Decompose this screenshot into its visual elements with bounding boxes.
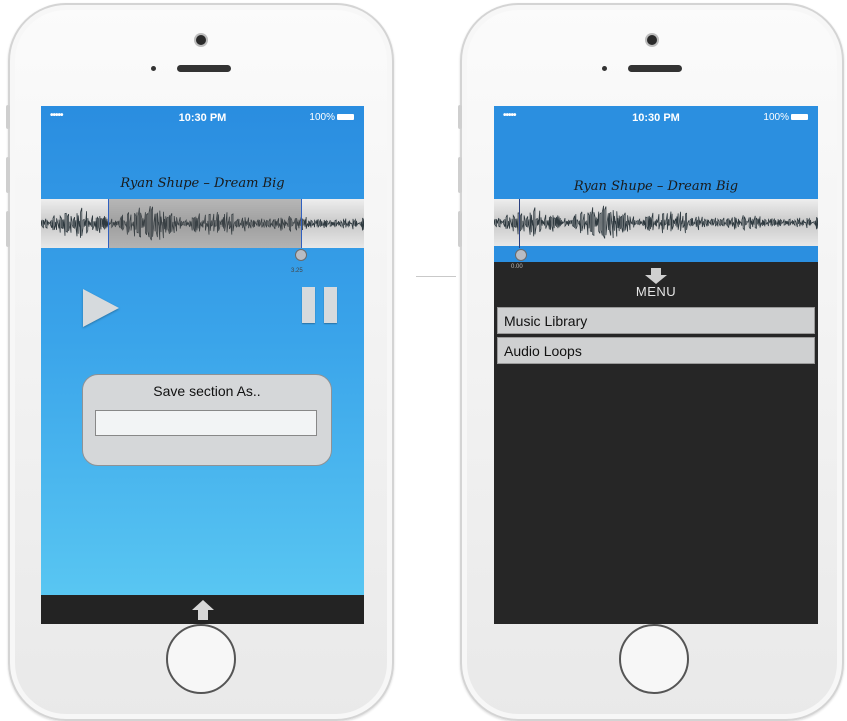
volume-up-button bbox=[458, 157, 462, 193]
screen-left: ••••• 10:30 PM 100% Ryan Shupe – Dream B… bbox=[41, 106, 364, 624]
waveform[interactable] bbox=[494, 199, 818, 246]
save-dialog: Save section As.. bbox=[82, 374, 332, 466]
song-title: Ryan Shupe – Dream Big bbox=[120, 176, 285, 191]
volume-down-button bbox=[458, 211, 462, 247]
home-button bbox=[619, 624, 689, 694]
playhead-line bbox=[519, 199, 520, 248]
arrow-up-icon[interactable] bbox=[191, 599, 215, 621]
marker-time-label: 3.25 bbox=[291, 268, 303, 274]
marker-time-label: 0.00 bbox=[511, 264, 523, 270]
front-camera bbox=[647, 35, 657, 45]
volume-up-button bbox=[6, 157, 10, 193]
battery-indicator: 100% bbox=[763, 112, 808, 123]
screen-right: ••••• 10:30 PM 100% Ryan Shupe – Dream B… bbox=[494, 106, 818, 624]
battery-percent: 100% bbox=[763, 112, 789, 123]
menu-item-music-library[interactable]: Music Library bbox=[497, 307, 815, 334]
battery-indicator: 100% bbox=[309, 112, 354, 123]
menu-label[interactable]: MENU bbox=[494, 284, 818, 299]
separator-line bbox=[416, 276, 456, 277]
pause-icon[interactable] bbox=[302, 287, 342, 325]
phone-frame-right: ••••• 10:30 PM 100% Ryan Shupe – Dream B… bbox=[458, 3, 844, 721]
volume-down-button bbox=[6, 211, 10, 247]
arrow-down-icon[interactable] bbox=[644, 267, 668, 285]
front-camera bbox=[196, 35, 206, 45]
playhead-handle[interactable] bbox=[515, 249, 527, 261]
status-bar: ••••• 10:30 PM 100% bbox=[494, 106, 818, 128]
battery-icon bbox=[791, 114, 808, 121]
battery-percent: 100% bbox=[309, 112, 335, 123]
pause-bar-right bbox=[324, 287, 337, 323]
battery-icon bbox=[337, 114, 354, 121]
phone-frame-left: ••••• 10:30 PM 100% Ryan Shupe – Dream B… bbox=[6, 3, 394, 721]
proximity-sensor bbox=[602, 66, 607, 71]
selection-handle[interactable] bbox=[295, 249, 307, 261]
pause-bar-left bbox=[302, 287, 315, 323]
mute-switch bbox=[6, 105, 10, 129]
earpiece-speaker bbox=[177, 65, 231, 72]
waveform-selection[interactable] bbox=[108, 199, 302, 248]
mute-switch bbox=[458, 105, 462, 129]
menu-item-audio-loops[interactable]: Audio Loops bbox=[497, 337, 815, 364]
proximity-sensor bbox=[151, 66, 156, 71]
section-name-input[interactable] bbox=[95, 410, 317, 436]
status-bar: ••••• 10:30 PM 100% bbox=[41, 106, 364, 128]
song-title: Ryan Shupe – Dream Big bbox=[573, 179, 739, 194]
earpiece-speaker bbox=[628, 65, 682, 72]
play-icon[interactable] bbox=[83, 289, 119, 327]
bottom-bar bbox=[41, 595, 364, 624]
dialog-title: Save section As.. bbox=[153, 383, 261, 399]
home-button bbox=[166, 624, 236, 694]
